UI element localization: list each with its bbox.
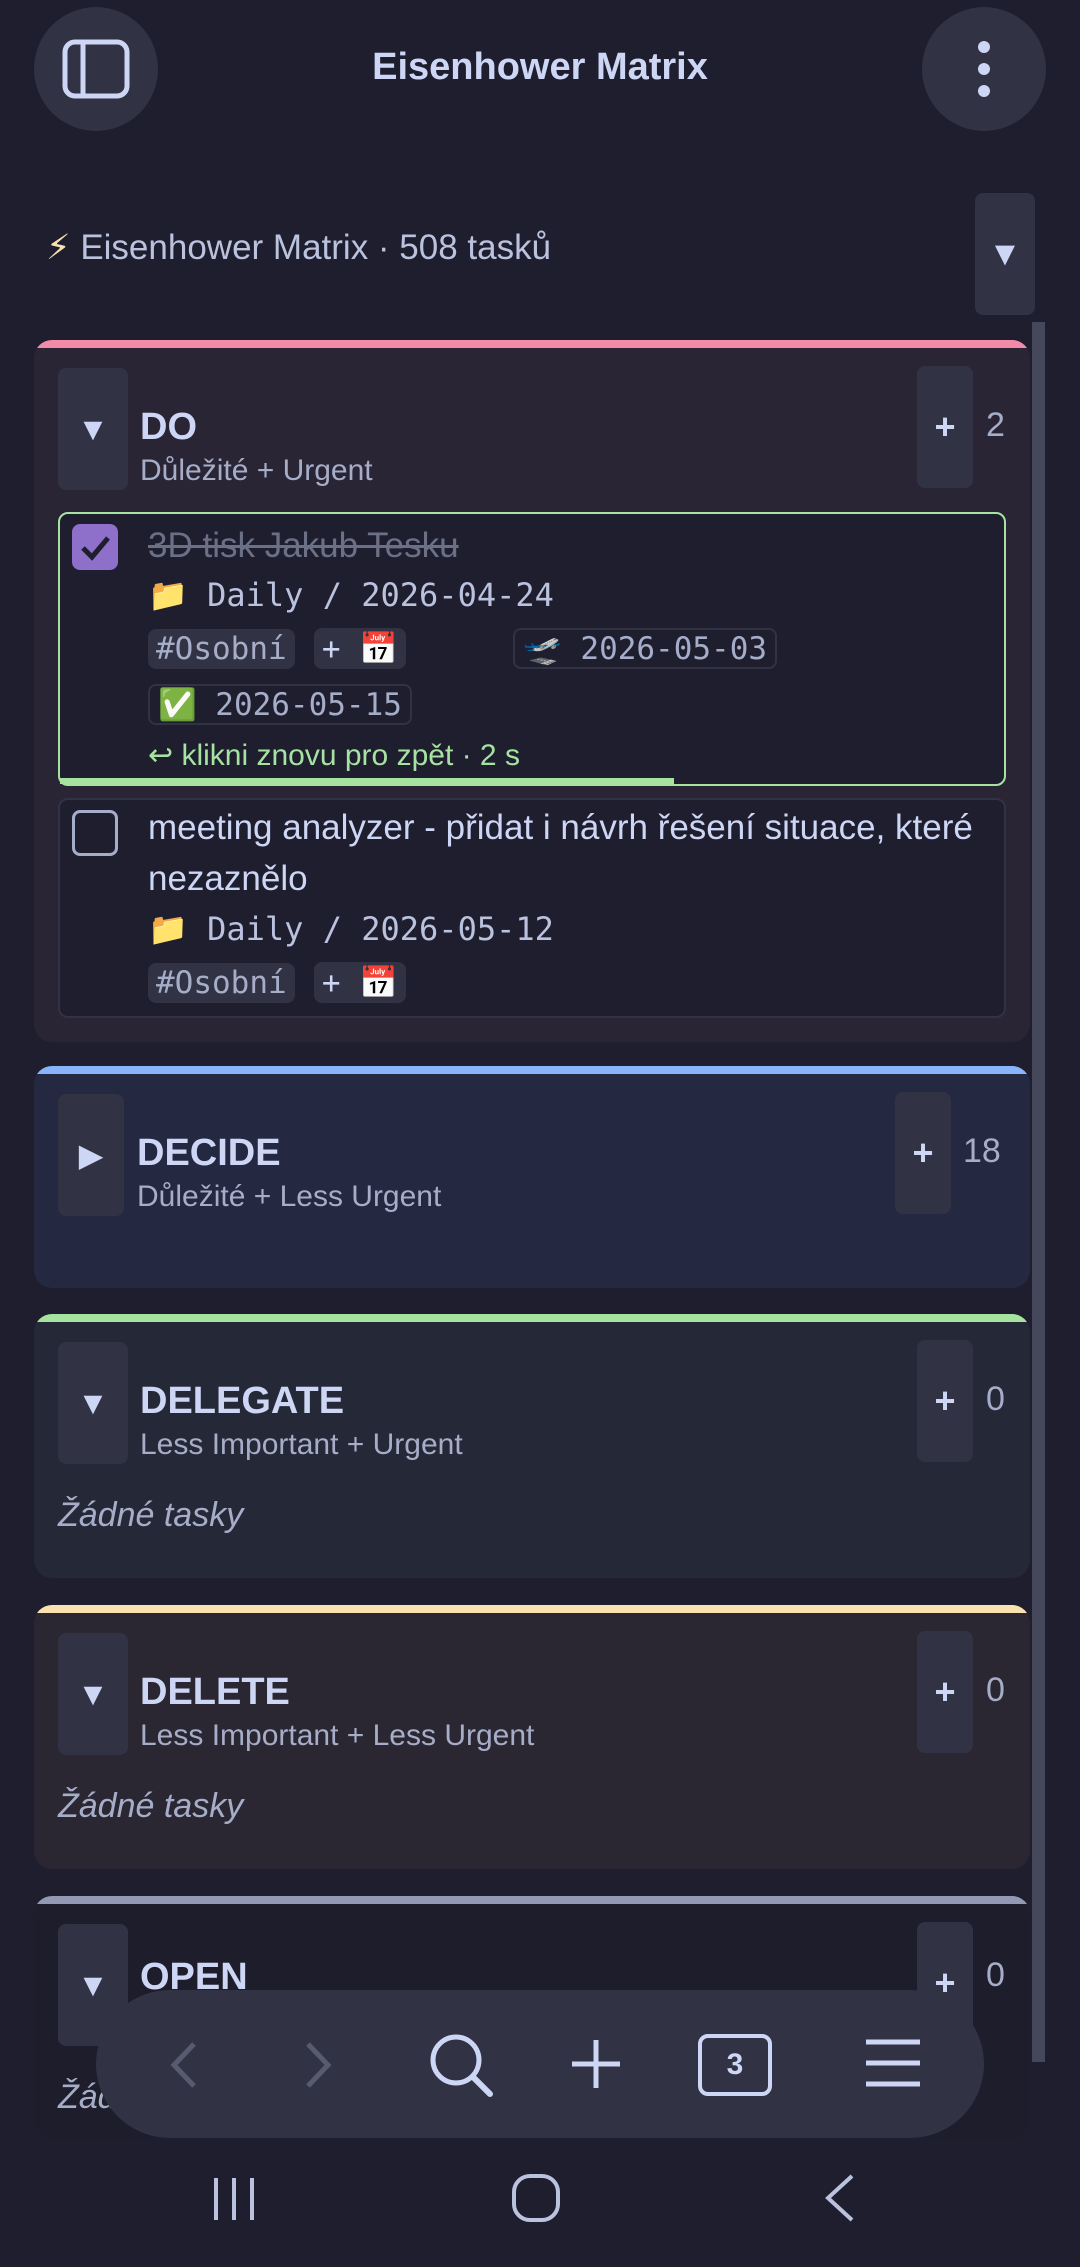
quadrant-subtitle: Less Important + Less Urgent bbox=[140, 1719, 535, 1752]
view-dropdown-button[interactable]: ▼ bbox=[975, 193, 1035, 315]
airplane-icon: 🛫 bbox=[523, 631, 562, 667]
home-icon[interactable] bbox=[510, 2172, 562, 2224]
expand-toggle[interactable]: ▶ bbox=[58, 1094, 124, 1216]
chevron-down-icon: ▼ bbox=[77, 1675, 109, 1712]
top-bar: Eisenhower Matrix bbox=[0, 0, 1080, 140]
add-task-button[interactable]: + bbox=[917, 1340, 973, 1462]
collapse-toggle[interactable]: ▼ bbox=[58, 1633, 128, 1755]
task-path[interactable]: 📁 Daily / 2026-05-12 bbox=[148, 910, 554, 948]
tag-chip[interactable]: #Osobní bbox=[148, 963, 295, 1003]
more-vertical-icon bbox=[978, 41, 990, 97]
check-icon bbox=[81, 536, 110, 561]
checkmark-icon: ✅ bbox=[158, 687, 197, 723]
plus-icon: + bbox=[934, 1671, 956, 1712]
task-count: 0 bbox=[986, 1956, 1005, 1994]
system-navigation-bar bbox=[0, 2138, 1080, 2267]
collapse-toggle[interactable]: ▼ bbox=[58, 368, 128, 490]
back-arrow-icon[interactable] bbox=[166, 2040, 202, 2090]
view-title: Eisenhower Matrix · 508 tasků bbox=[80, 228, 552, 267]
accent-bar bbox=[34, 1896, 1030, 1904]
task-count: 18 bbox=[963, 1132, 1001, 1170]
add-task-button[interactable]: + bbox=[917, 1631, 973, 1753]
quadrant-delegate: ▼ DELEGATE Less Important + Urgent + 0 Ž… bbox=[34, 1314, 1030, 1578]
search-icon[interactable] bbox=[428, 2032, 494, 2098]
add-date-chip[interactable]: + 📅 bbox=[313, 628, 406, 669]
chevron-down-icon: ▼ bbox=[77, 1966, 109, 2003]
chevron-down-icon: ▼ bbox=[77, 410, 109, 447]
tab-count: 3 bbox=[726, 2048, 744, 2081]
task-count: 0 bbox=[986, 1380, 1005, 1418]
forward-arrow-icon[interactable] bbox=[300, 2040, 336, 2090]
view-selector-label[interactable]: ⚡ Eisenhower Matrix · 508 tasků bbox=[46, 228, 551, 268]
task-chips: #Osobní + 📅 bbox=[148, 962, 406, 1003]
scrollbar[interactable] bbox=[1032, 322, 1045, 2062]
task-count: 0 bbox=[986, 1671, 1005, 1709]
add-task-button[interactable]: + bbox=[895, 1092, 951, 1214]
quadrant-name: DELEGATE bbox=[140, 1380, 345, 1422]
quadrant-delete: ▼ DELETE Less Important + Less Urgent + … bbox=[34, 1605, 1030, 1869]
tag-chip[interactable]: #Osobní bbox=[148, 629, 295, 669]
tab-count-button[interactable]: 3 bbox=[698, 2034, 772, 2096]
plus-icon: + bbox=[934, 1380, 956, 1421]
quadrant-decide: ▶ DECIDE Důležité + Less Urgent + 18 bbox=[34, 1066, 1030, 1288]
chevron-down-icon: ▼ bbox=[77, 1384, 109, 1421]
task-path-text: Daily / 2026-04-24 bbox=[207, 576, 554, 614]
plus-icon: + bbox=[934, 406, 956, 447]
chevron-down-icon: ▼ bbox=[988, 234, 1022, 273]
add-task-button[interactable]: + bbox=[917, 366, 973, 488]
accent-bar bbox=[34, 340, 1030, 348]
quadrant-name: DO bbox=[140, 406, 197, 448]
accent-bar bbox=[34, 1605, 1030, 1613]
task-path-text: Daily / 2026-05-12 bbox=[207, 910, 554, 948]
task-title: 3D tisk Jakub Tesku bbox=[148, 526, 459, 565]
scheduled-date: 2026-05-03 bbox=[580, 631, 768, 667]
quadrant-name: DELETE bbox=[140, 1671, 290, 1713]
undo-progress-bar bbox=[60, 778, 674, 784]
folder-icon: 📁 bbox=[148, 576, 188, 614]
scheduled-date-chip[interactable]: 🛫 2026-05-03 bbox=[513, 628, 778, 669]
quadrant-subtitle: Důležité + Less Urgent bbox=[137, 1180, 442, 1213]
quadrant-subtitle: Důležité + Urgent bbox=[140, 454, 373, 487]
task-title: meeting analyzer - přidat i návrh řešení… bbox=[148, 808, 973, 898]
accent-bar bbox=[34, 1314, 1030, 1322]
folder-icon: 📁 bbox=[148, 910, 188, 948]
task-item[interactable]: meeting analyzer - přidat i návrh řešení… bbox=[58, 798, 1006, 1018]
task-checkbox[interactable] bbox=[72, 810, 118, 856]
add-date-chip[interactable]: + 📅 bbox=[313, 962, 406, 1003]
task-chips: #Osobní + 📅 🛫 2026-05-03 bbox=[148, 628, 778, 669]
task-checkbox[interactable] bbox=[72, 524, 118, 570]
app-title: Eisenhower Matrix bbox=[372, 46, 708, 88]
done-date: 2026-05-15 bbox=[215, 687, 402, 723]
bolt-icon: ⚡ bbox=[46, 228, 71, 267]
system-back-icon[interactable] bbox=[820, 2172, 860, 2224]
done-date-chip[interactable]: ✅ 2026-05-15 bbox=[148, 684, 412, 725]
browser-toolbar: 3 bbox=[96, 1990, 984, 2138]
recent-apps-icon[interactable] bbox=[210, 2174, 258, 2224]
accent-bar bbox=[34, 1066, 1030, 1074]
more-options-button[interactable] bbox=[922, 7, 1046, 131]
new-tab-plus-icon[interactable] bbox=[570, 2038, 622, 2090]
chevron-right-icon: ▶ bbox=[78, 1137, 104, 1173]
undo-hint[interactable]: ↩ klikni znovu pro zpět · 2 s bbox=[148, 738, 520, 773]
quadrant-name: DECIDE bbox=[137, 1132, 281, 1174]
collapse-toggle[interactable]: ▼ bbox=[58, 1342, 128, 1464]
quadrant-do: ▼ DO Důležité + Urgent + 2 3D tisk Jakub… bbox=[34, 340, 1030, 1042]
task-count: 2 bbox=[986, 406, 1005, 444]
quadrant-subtitle: Less Important + Urgent bbox=[140, 1428, 463, 1461]
empty-state: Žádné tasky bbox=[58, 1496, 244, 1534]
done-date-row: ✅ 2026-05-15 bbox=[148, 684, 412, 725]
plus-icon: + bbox=[912, 1132, 934, 1173]
hamburger-menu-icon[interactable] bbox=[864, 2038, 922, 2088]
task-path[interactable]: 📁 Daily / 2026-04-24 bbox=[148, 576, 554, 614]
empty-state: Žádné tasky bbox=[58, 1787, 244, 1825]
task-item[interactable]: 3D tisk Jakub Tesku 📁 Daily / 2026-04-24… bbox=[58, 512, 1006, 786]
